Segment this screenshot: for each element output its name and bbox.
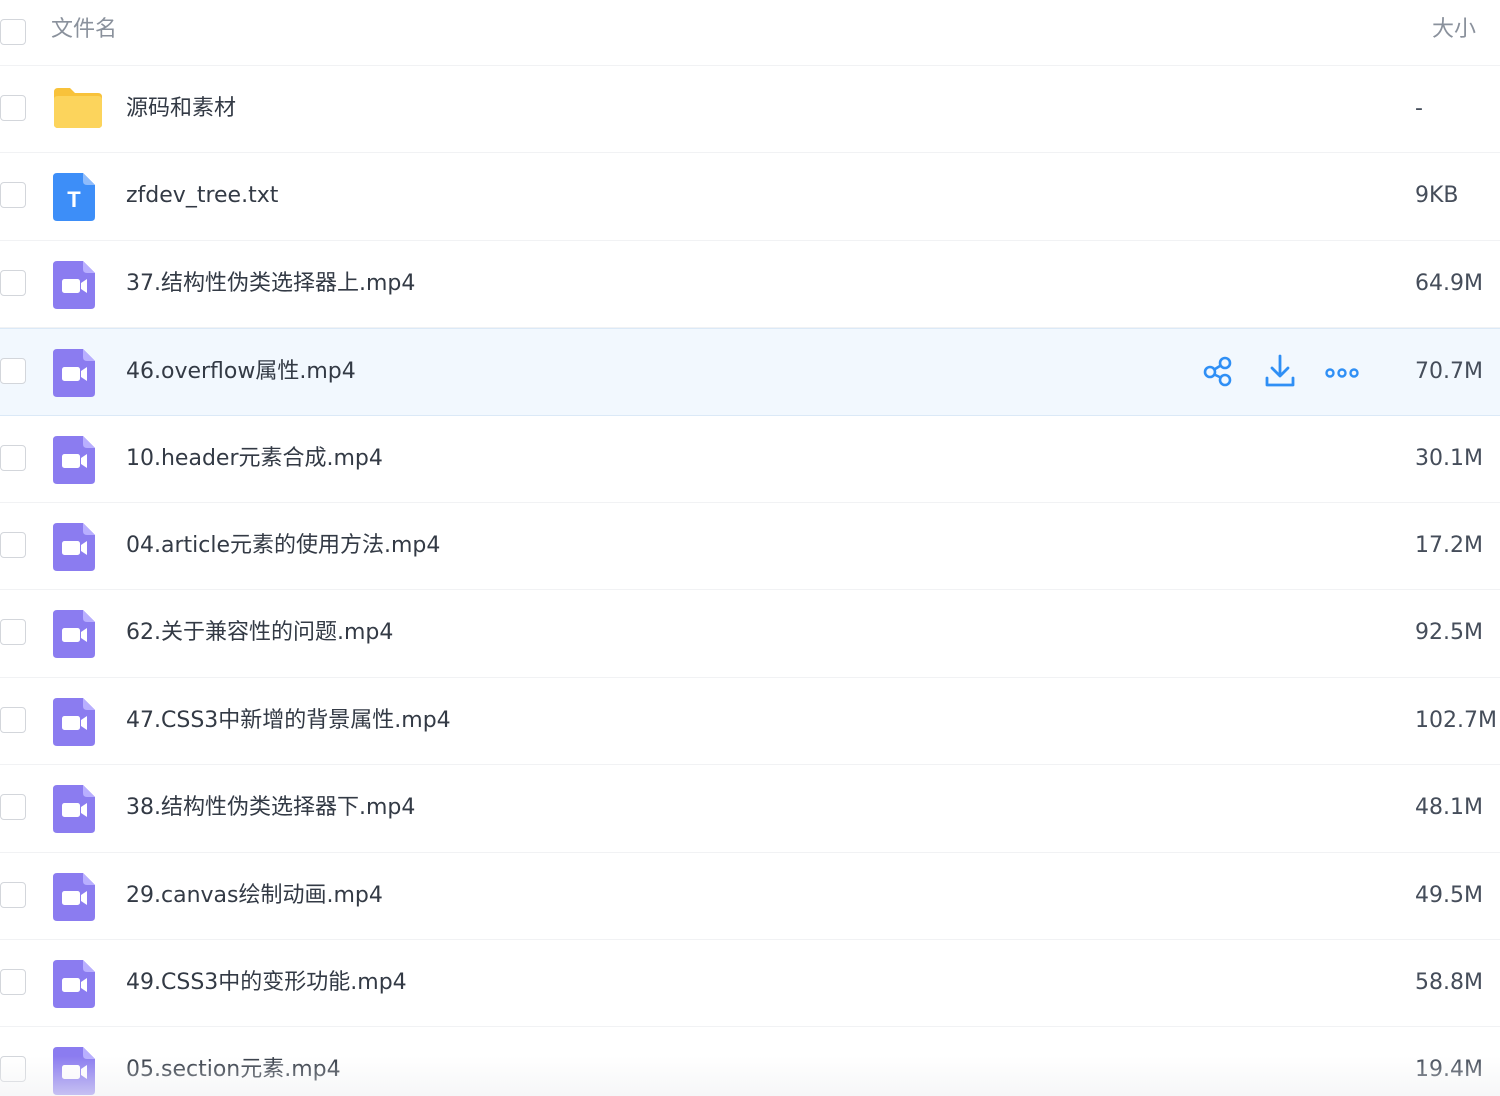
row-checkbox[interactable] <box>0 881 26 908</box>
row-checkbox[interactable] <box>0 182 26 209</box>
file-size: 19.4M <box>1415 1057 1483 1083</box>
file-size: 17.2M <box>1415 532 1483 558</box>
row-checkbox[interactable] <box>0 95 26 121</box>
file-name[interactable]: 29.canvas绘制动画.mp4 <box>126 879 383 913</box>
file-row[interactable]: 38.结构性伪类选择器下.mp4 48.1M <box>0 765 1500 853</box>
file-row[interactable]: 源码和素材 - <box>0 66 1500 154</box>
text-file-icon: T <box>53 173 97 222</box>
video-file-icon <box>53 872 97 921</box>
folder-icon <box>52 86 102 134</box>
file-row[interactable]: 49.CSS3中的变形功能.mp4 58.8M <box>0 940 1500 1028</box>
video-file-icon <box>53 435 97 484</box>
row-checkbox[interactable] <box>0 1056 26 1083</box>
file-size: 102.7M <box>1415 707 1497 733</box>
share-icon <box>1202 355 1234 391</box>
row-checkbox[interactable] <box>0 706 26 733</box>
file-name[interactable]: 62.关于兼容性的问题.mp4 <box>126 616 393 650</box>
video-file-icon <box>53 697 97 746</box>
video-file-icon <box>53 1047 97 1096</box>
more-icon <box>1325 364 1359 383</box>
file-row-hovered[interactable]: 46.overflow属性.mp4 70.7M <box>0 328 1500 416</box>
file-size: 30.1M <box>1415 445 1483 471</box>
file-name[interactable]: zfdev_tree.txt <box>126 179 278 213</box>
row-checkbox[interactable] <box>0 358 26 385</box>
file-size: 64.9M <box>1415 270 1483 296</box>
file-size: 9KB <box>1415 183 1459 209</box>
file-size: 92.5M <box>1415 620 1483 646</box>
file-name[interactable]: 04.article元素的使用方法.mp4 <box>126 529 440 563</box>
file-row[interactable]: 05.section元素.mp4 19.4M <box>0 1027 1500 1096</box>
file-row[interactable]: 04.article元素的使用方法.mp4 17.2M <box>0 503 1500 591</box>
video-file-icon <box>53 785 97 834</box>
video-file-icon <box>53 959 97 1008</box>
column-header-name[interactable]: 文件名 <box>51 15 117 45</box>
file-list: 文件名 大小 源码和素材 - T zfdev_tree.txt 9KB 37.结… <box>0 0 1500 1096</box>
file-name[interactable]: 47.CSS3中新增的背景属性.mp4 <box>126 704 451 738</box>
select-all-checkbox[interactable] <box>0 19 26 45</box>
download-icon <box>1264 354 1296 392</box>
video-file-icon <box>53 610 97 659</box>
file-row[interactable]: 10.header元素合成.mp4 30.1M <box>0 416 1500 503</box>
file-name[interactable]: 38.结构性伪类选择器下.mp4 <box>126 791 415 825</box>
file-name[interactable]: 37.结构性伪类选择器上.mp4 <box>126 267 415 301</box>
file-row[interactable]: 37.结构性伪类选择器上.mp4 64.9M <box>0 241 1500 329</box>
row-checkbox[interactable] <box>0 531 26 558</box>
row-checkbox[interactable] <box>0 619 26 646</box>
file-row[interactable]: 47.CSS3中新增的背景属性.mp4 102.7M <box>0 678 1500 766</box>
file-row[interactable]: 29.canvas绘制动画.mp4 49.5M <box>0 853 1500 940</box>
file-size: 48.1M <box>1415 795 1483 821</box>
file-list-header: 文件名 大小 <box>0 0 1500 66</box>
file-name[interactable]: 10.header元素合成.mp4 <box>126 442 383 476</box>
file-size: 70.7M <box>1415 359 1483 385</box>
file-size: - <box>1415 96 1423 121</box>
video-file-icon <box>53 349 97 398</box>
file-name[interactable]: 49.CSS3中的变形功能.mp4 <box>126 966 407 1000</box>
download-button[interactable] <box>1260 354 1300 392</box>
file-row[interactable]: T zfdev_tree.txt 9KB <box>0 153 1500 241</box>
row-checkbox[interactable] <box>0 794 26 821</box>
svg-text:T: T <box>67 187 81 212</box>
row-checkbox[interactable] <box>0 269 26 296</box>
more-button[interactable] <box>1322 355 1362 391</box>
row-checkbox[interactable] <box>0 968 26 995</box>
share-button[interactable] <box>1198 355 1238 391</box>
file-row[interactable]: 62.关于兼容性的问题.mp4 92.5M <box>0 590 1500 678</box>
column-header-size[interactable]: 大小 <box>1432 15 1476 45</box>
file-name[interactable]: 05.section元素.mp4 <box>126 1053 341 1087</box>
file-size: 49.5M <box>1415 882 1483 908</box>
video-file-icon <box>53 260 97 309</box>
row-actions <box>1198 354 1362 392</box>
file-name[interactable]: 46.overflow属性.mp4 <box>126 355 356 389</box>
file-size: 58.8M <box>1415 969 1483 995</box>
video-file-icon <box>53 522 97 571</box>
row-checkbox[interactable] <box>0 444 26 471</box>
file-name[interactable]: 源码和素材 <box>126 92 236 126</box>
